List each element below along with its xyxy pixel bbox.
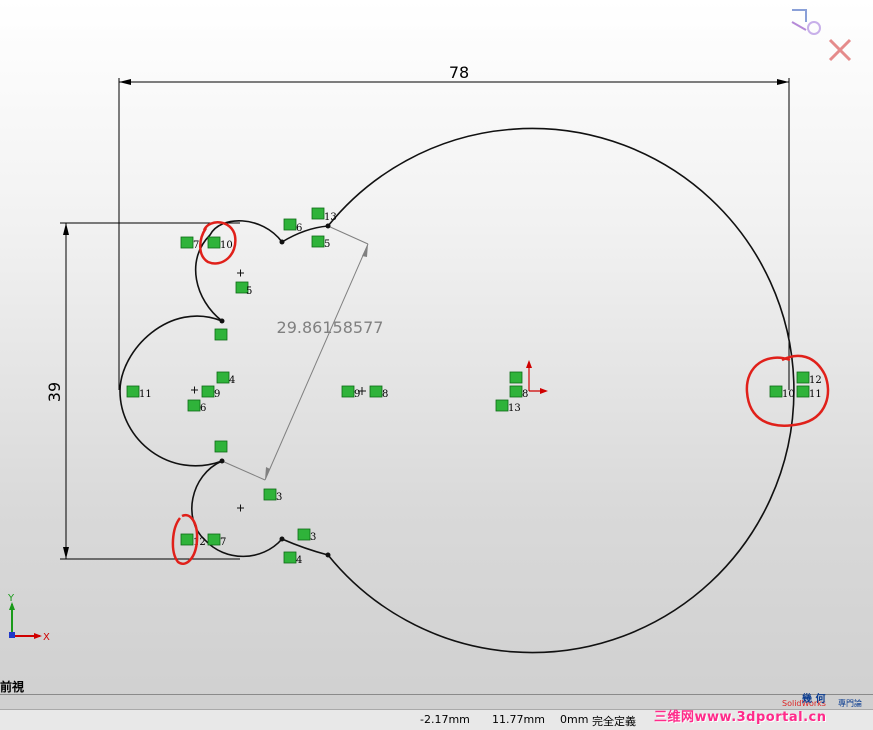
svg-text:8: 8 — [382, 389, 388, 400]
svg-text:11: 11 — [809, 389, 822, 400]
relation-marker: 13 — [311, 207, 337, 223]
relation-marker: 8 — [509, 371, 528, 400]
dimension-width[interactable]: 78 — [118, 63, 790, 390]
sketch-origin[interactable] — [526, 360, 548, 394]
relation-marker: 11 — [796, 385, 822, 400]
relation-marker: 4 — [283, 551, 302, 566]
rebuild-icon[interactable] — [791, 9, 821, 35]
dimension-diagonal-value[interactable]: 29.86158577 — [277, 318, 384, 337]
svg-text:5: 5 — [246, 286, 252, 297]
sketch-canvas[interactable]: 78 39 29.86158577 6 13 5 7 10 5 4 11 9 6… — [0, 0, 873, 729]
relation-marker: 6 — [187, 399, 206, 414]
relation-marker: 8 — [369, 385, 388, 400]
relation-marker: 7 — [180, 236, 199, 251]
svg-text:9: 9 — [214, 389, 220, 400]
svg-text:6: 6 — [296, 223, 302, 234]
svg-text:13: 13 — [324, 212, 337, 223]
svg-text:10: 10 — [220, 240, 233, 251]
svg-text:12: 12 — [193, 537, 206, 548]
sketch-profile[interactable] — [119, 127, 795, 654]
status-z: 0mm — [560, 713, 589, 726]
relation-marker: 6 — [283, 218, 302, 234]
svg-text:7: 7 — [193, 240, 199, 251]
view-triad[interactable]: Y X — [7, 593, 50, 643]
relation-marker: 12 — [180, 533, 206, 548]
triad-x-label: X — [43, 632, 50, 643]
red-annotations — [171, 221, 830, 565]
relation-marker: 5 — [311, 235, 330, 250]
relation-marker: 3 — [263, 488, 282, 503]
svg-text:4: 4 — [296, 555, 302, 566]
relation-marker — [214, 328, 228, 341]
relation-marker: 11 — [126, 385, 152, 400]
svg-text:12: 12 — [809, 375, 822, 386]
logo-line1: 幾 何 — [802, 694, 826, 705]
relation-marker: 9 — [201, 385, 220, 400]
relation-markers[interactable]: 6 13 5 7 10 5 4 11 9 6 9 8 8 13 12 10 11… — [126, 207, 822, 566]
svg-text:10: 10 — [782, 389, 795, 400]
dimension-height-value[interactable]: 39 — [45, 382, 64, 402]
svg-text:11: 11 — [139, 389, 152, 400]
status-x: -2.17mm — [420, 713, 470, 726]
svg-text:4: 4 — [229, 375, 235, 386]
status-y: 11.77mm — [492, 713, 545, 726]
relation-marker: 5 — [235, 281, 252, 297]
relation-marker: 10 — [207, 236, 233, 251]
divider — [0, 694, 873, 695]
svg-text:5: 5 — [324, 239, 330, 250]
close-sketch-icon[interactable] — [828, 38, 852, 62]
relation-marker: 13 — [495, 399, 521, 414]
status-sketch-state: 完全定義 — [592, 715, 636, 728]
svg-text:13: 13 — [508, 403, 521, 414]
relation-marker: 4 — [216, 371, 235, 386]
watermark: 三维网www.3dportal.cn — [654, 710, 827, 725]
svg-text:7: 7 — [220, 537, 226, 548]
view-name: 前視 — [0, 680, 25, 694]
relation-marker — [214, 440, 228, 453]
relation-marker: 12 — [796, 371, 822, 386]
relation-marker: 3 — [297, 528, 316, 543]
triad-y-label: Y — [7, 593, 15, 604]
sketch-points — [219, 223, 331, 558]
dimension-width-value[interactable]: 78 — [449, 63, 469, 82]
svg-text:9: 9 — [354, 389, 360, 400]
relation-marker: 9 — [341, 385, 360, 400]
svg-text:3: 3 — [276, 492, 282, 503]
dimension-diagonal[interactable]: 29.86158577 — [221, 225, 384, 481]
relation-marker: 10 — [769, 385, 795, 400]
svg-text:8: 8 — [522, 389, 528, 400]
svg-text:6: 6 — [200, 403, 206, 414]
svg-text:3: 3 — [310, 532, 316, 543]
